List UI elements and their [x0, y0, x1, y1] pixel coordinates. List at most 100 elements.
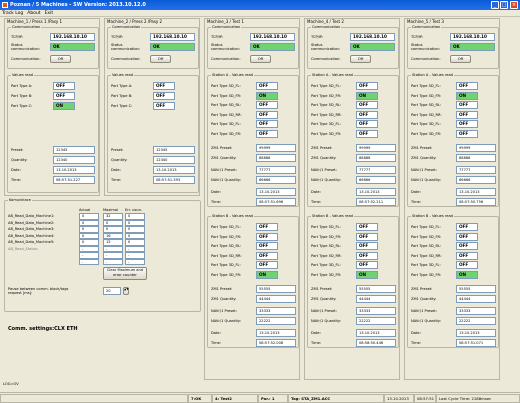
- kom-row-label: AB_Read_Data_Machine5:: [8, 240, 55, 244]
- time-label: Time:: [11, 178, 22, 182]
- part-type-label: Part Type 5D_RL:: [211, 103, 242, 107]
- zm1-preset-field: 55555: [356, 285, 396, 293]
- part-type-indicator: OFF: [256, 251, 278, 260]
- nav1-preset-label: NAVr/1 Preset:: [211, 168, 237, 172]
- part-type-label: Part Type A:: [111, 84, 133, 88]
- part-type-indicator: OFF: [256, 120, 278, 128]
- pause-spinner[interactable]: ▲▼: [123, 287, 129, 295]
- clear-max-button[interactable]: Clear Maximum and error counter: [103, 267, 147, 280]
- comm-off-button[interactable]: Off: [350, 55, 371, 63]
- part-type-label: Part Type 3D_FR:: [411, 272, 442, 277]
- part-type-indicator: OFF: [456, 129, 478, 138]
- part-type-label: Part Type 5D_FL:: [411, 225, 441, 229]
- communication-toggle-label: Communication:: [211, 57, 241, 61]
- time-label: Time:: [311, 200, 322, 204]
- time-field: 08:57:50.756: [456, 198, 496, 206]
- part-type-indicator: OFF: [256, 110, 278, 119]
- part-type-label: Part Type 5D_FR:: [411, 234, 442, 239]
- date-field: 13.10.2013: [53, 166, 95, 174]
- zm1-quantity-field: 88888: [356, 154, 396, 162]
- part-type-indicator: ON: [456, 91, 478, 100]
- date-label: Date:: [411, 190, 421, 194]
- kom-row-label: AB_Read_Data_Machine2:: [8, 220, 55, 225]
- part-type-indicator: OFF: [356, 242, 378, 250]
- part-type-label: Part Type 3D_FL:: [411, 122, 441, 126]
- communication-label: Communication: [111, 25, 142, 30]
- status-communication-label: Status communication:: [211, 43, 241, 51]
- time-field: 08:57:52.008: [256, 339, 296, 347]
- menu-about[interactable]: About: [25, 10, 42, 17]
- ip-field: 192.168.10.10: [450, 33, 495, 41]
- part-type-label: Part Type 5D_FR:: [311, 234, 342, 239]
- kom-row-label: AB_Read_Data_Machine1:: [8, 214, 55, 218]
- nav1-preset-label: NAVr/1 Preset:: [411, 309, 437, 313]
- zm1-quantity-label: ZM1 Quantity:: [311, 297, 337, 301]
- status-param: Par.: 1: [258, 394, 288, 403]
- zm1-quantity-label: ZM1 Quantity:: [411, 156, 437, 160]
- station-a-label: Station A - Values read: [211, 73, 254, 78]
- preset-field: 12345: [53, 146, 95, 154]
- ip-field: 192.168.10.10: [150, 33, 195, 41]
- date-label: Date:: [111, 168, 121, 172]
- zm1-quantity-label: ZM1 Quantity:: [411, 297, 437, 301]
- station-b-group: Station B - Values read Part Type 5D_FL: O…: [407, 214, 499, 348]
- part-type-label: Part Type 3D_FR:: [311, 131, 342, 136]
- communication-label: Communication: [311, 25, 342, 30]
- machine-panel-5: Machine_5 / Test 3 Communication TCP/IP: 19…: [404, 18, 500, 380]
- comm-off-button[interactable]: Off: [150, 55, 171, 63]
- part-type-indicator: OFF: [53, 92, 75, 100]
- communication-group: Communication TCP/IP: 192.168.10.10 Status …: [207, 25, 299, 69]
- comm-off-button[interactable]: Off: [450, 55, 471, 63]
- zm1-quantity-field: 88888: [456, 154, 496, 162]
- zm1-quantity-field: 44444: [356, 295, 396, 303]
- nav1-quantity-label: NAVr/1 Quantity:: [311, 319, 341, 323]
- menu-track-log[interactable]: Track Log: [0, 10, 25, 17]
- part-type-indicator: OFF: [356, 232, 378, 241]
- station-b-group: Station B - Values read Part Type 5D_FL: O…: [307, 214, 399, 348]
- preset-label: Preset:: [111, 148, 124, 152]
- status-ok-indicator: OK: [250, 43, 295, 51]
- pause-input[interactable]: 20: [103, 287, 121, 295]
- date-label: Date:: [211, 190, 221, 194]
- part-type-label: Part Type 5D_FL:: [211, 225, 241, 229]
- part-type-label: Part Type 5D_FL:: [211, 84, 241, 88]
- part-type-indicator: ON: [256, 270, 278, 279]
- nav1-preset-label: NAVr/1 Preset:: [311, 168, 337, 172]
- part-type-indicator: ON: [256, 91, 278, 100]
- part-type-label: Part Type 5D_RR:: [211, 112, 242, 117]
- part-type-indicator: OFF: [456, 101, 478, 109]
- status-communication-label: Status communication:: [411, 43, 441, 51]
- status-ok-indicator: OK: [450, 43, 495, 51]
- communication-group: Communication TCP/IP: 192.168.10.10 Status …: [307, 25, 399, 69]
- close-button[interactable]: ×: [510, 1, 518, 9]
- log-label: LOG=OV: [3, 382, 19, 386]
- tcpip-label: TCP/IP:: [311, 35, 324, 39]
- part-type-indicator: OFF: [456, 251, 478, 260]
- part-type-label: Part Type C:: [111, 104, 133, 108]
- kom-row-label: AB_Read_Data_Machine4:: [8, 233, 55, 238]
- comm-off-button[interactable]: Off: [250, 55, 271, 63]
- station-a-group: Station A - Values read Part Type 5D_FL: O…: [307, 73, 399, 207]
- part-type-indicator: OFF: [256, 261, 278, 269]
- date-field: 13.10.2013: [256, 329, 296, 337]
- part-type-indicator: ON: [53, 102, 75, 110]
- menu-exit[interactable]: Exit: [43, 10, 56, 17]
- part-type-label: Part Type 5D_RR:: [311, 112, 342, 117]
- status-cycle-time: Last Cycle Time: 2188msec: [436, 394, 520, 403]
- minimize-button[interactable]: _: [491, 1, 499, 9]
- preset-label: Preset:: [11, 148, 24, 152]
- part-type-indicator: OFF: [456, 120, 478, 128]
- communication-toggle-label: Communication:: [111, 57, 141, 61]
- comm-off-button[interactable]: Off: [50, 55, 71, 63]
- status-machine: 4: Test2: [212, 394, 258, 403]
- status-time: 08:57:51: [414, 394, 436, 403]
- communication-label: Communication: [11, 25, 42, 30]
- comm-settings-label: Comm. settings:CLX ETH: [8, 326, 78, 332]
- part-type-indicator: OFF: [356, 101, 378, 109]
- communication-label: Communication: [411, 25, 442, 30]
- window-title: Poznan / 5 Machines - SW Version: 2013.1…: [10, 2, 146, 8]
- nav1-preset-label: NAVr/1 Preset:: [311, 309, 337, 313]
- zm1-quantity-field: 44444: [256, 295, 296, 303]
- maximize-button[interactable]: □: [500, 1, 508, 9]
- part-type-indicator: OFF: [456, 223, 478, 231]
